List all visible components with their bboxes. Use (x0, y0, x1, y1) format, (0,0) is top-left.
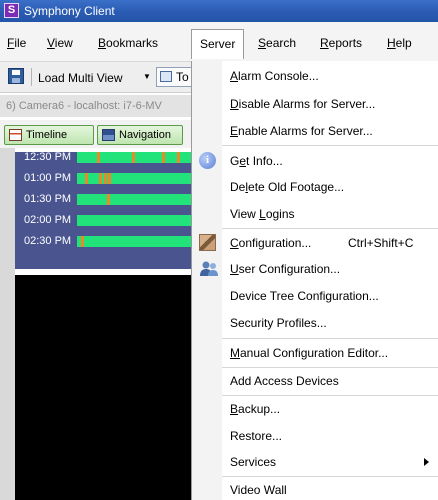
left-panel-strip (0, 148, 15, 500)
recording-bar[interactable] (77, 173, 192, 184)
recording-bar[interactable] (77, 152, 192, 163)
menu-separator (222, 338, 438, 339)
menu-item-alarm-console[interactable]: Alarm Console... (192, 63, 438, 89)
menu-item-label: Video Wall (230, 483, 287, 497)
chevron-down-icon[interactable]: ▼ (143, 72, 151, 81)
menu-item-disable-alarms[interactable]: Disable Alarms for Server... (192, 91, 438, 117)
menu-item-security-profiles[interactable]: Security Profiles... (192, 310, 438, 336)
menu-item-video-wall[interactable]: Video Wall (192, 477, 438, 500)
menu-item-view-logins[interactable]: View Logins (192, 201, 438, 227)
menu-item-label: Restore... (230, 429, 283, 443)
menu-item-backup[interactable]: Backup... (192, 396, 438, 422)
menu-item-enable-alarms[interactable]: Enable Alarms for Server... (192, 118, 438, 144)
navigation-icon (102, 129, 115, 141)
view-tabs: Timeline Navigation (0, 120, 192, 148)
save-icon[interactable] (8, 68, 24, 84)
timeline-icon (9, 129, 22, 141)
menu-item-get-info[interactable]: i Get Info... (192, 148, 438, 174)
timeline-time-label: 12:30 PM (24, 151, 72, 163)
menu-reports[interactable]: Reports (320, 36, 362, 50)
menu-item-label: Delete Old Footage... (230, 180, 345, 194)
menu-item-label: Enable Alarms for Server... (230, 124, 373, 138)
timeline-time-label: 02:30 PM (24, 235, 72, 247)
window-title: Symphony Client (24, 4, 115, 18)
menu-item-add-access-devices[interactable]: Add Access Devices (192, 368, 438, 394)
menu-bookmarks[interactable]: Bookmarks (98, 36, 158, 50)
submenu-arrow-icon (424, 458, 429, 466)
menu-item-services[interactable]: Services (192, 449, 438, 475)
main-toolbar: Load Multi View ▼ To (0, 62, 196, 93)
menu-file[interactable]: File (7, 36, 26, 50)
menu-view[interactable]: View (47, 36, 73, 50)
menu-search[interactable]: Search (258, 36, 296, 50)
recording-bar[interactable] (77, 194, 192, 205)
app-window: S Symphony Client File View Bookmarks Se… (0, 0, 438, 500)
menu-item-label: View Logins (230, 207, 295, 221)
tab-timeline-label: Timeline (26, 129, 68, 141)
menu-item-user-configuration[interactable]: User Configuration... (192, 256, 438, 282)
timeline-row: 02:00 PM (15, 211, 192, 231)
recording-bar[interactable] (77, 215, 192, 226)
menu-item-label: Alarm Console... (230, 69, 319, 83)
menu-item-label: Security Profiles... (230, 316, 327, 330)
menu-item-label: Device Tree Configuration... (230, 289, 379, 303)
timeline-panel[interactable]: 12:30 PM 01:00 PM 01:30 PM 02:00 PM 02:3… (15, 151, 192, 269)
recording-bar[interactable] (77, 236, 192, 247)
menu-item-device-tree-configuration[interactable]: Device Tree Configuration... (192, 283, 438, 309)
server-menu-dropdown: Alarm Console... Disable Alarms for Serv… (191, 61, 438, 500)
toolbar-separator (31, 68, 32, 86)
menu-bar: File View Bookmarks Server Search Report… (0, 22, 438, 62)
menu-help[interactable]: Help (387, 36, 412, 50)
timeline-time-label: 02:00 PM (24, 214, 72, 226)
toolbar-button[interactable]: To (156, 67, 196, 87)
menu-item-manual-configuration-editor[interactable]: Manual Configuration Editor... (192, 340, 438, 366)
timeline-row: 02:30 PM (15, 232, 192, 252)
menu-item-shortcut: Ctrl+Shift+C (348, 236, 414, 250)
menu-item-configuration[interactable]: Configuration... Ctrl+Shift+C (192, 230, 438, 256)
menu-item-label: Disable Alarms for Server... (230, 97, 376, 111)
menu-separator (222, 228, 438, 229)
tab-timeline[interactable]: Timeline (4, 125, 94, 145)
menu-item-label: Manual Configuration Editor... (230, 346, 389, 360)
menu-item-delete-old-footage[interactable]: Delete Old Footage... (192, 174, 438, 200)
tab-navigation[interactable]: Navigation (97, 125, 183, 145)
menu-separator (222, 145, 438, 146)
menu-item-label: Configuration... (230, 236, 312, 250)
timeline-time-label: 01:30 PM (24, 193, 72, 205)
title-bar: S Symphony Client (0, 0, 438, 22)
menu-item-label: User Configuration... (230, 262, 341, 276)
menu-item-restore[interactable]: Restore... (192, 423, 438, 449)
load-multi-view-button[interactable]: Load Multi View (38, 71, 123, 85)
timeline-time-label: 01:00 PM (24, 172, 72, 184)
camera-title: 6) Camera6 - localhost: i7-6-MV (0, 95, 192, 117)
video-viewer[interactable] (15, 275, 192, 500)
menu-item-label: Backup... (230, 402, 281, 416)
timeline-row: 01:30 PM (15, 190, 192, 210)
timeline-row: 12:30 PM (15, 148, 192, 168)
symphony-logo-icon: S (4, 3, 19, 18)
window-icon (160, 71, 172, 82)
users-icon (199, 260, 219, 277)
toolbar-button-label: To (176, 70, 189, 84)
tab-navigation-label: Navigation (119, 129, 171, 141)
menu-item-label: Add Access Devices (230, 374, 339, 388)
menu-server[interactable]: Server (191, 29, 245, 59)
info-icon: i (199, 152, 216, 169)
timeline-row: 01:00 PM (15, 169, 192, 189)
menu-item-label: Get Info... (230, 154, 283, 168)
configuration-icon (199, 234, 216, 251)
menu-item-label: Services (230, 455, 277, 469)
